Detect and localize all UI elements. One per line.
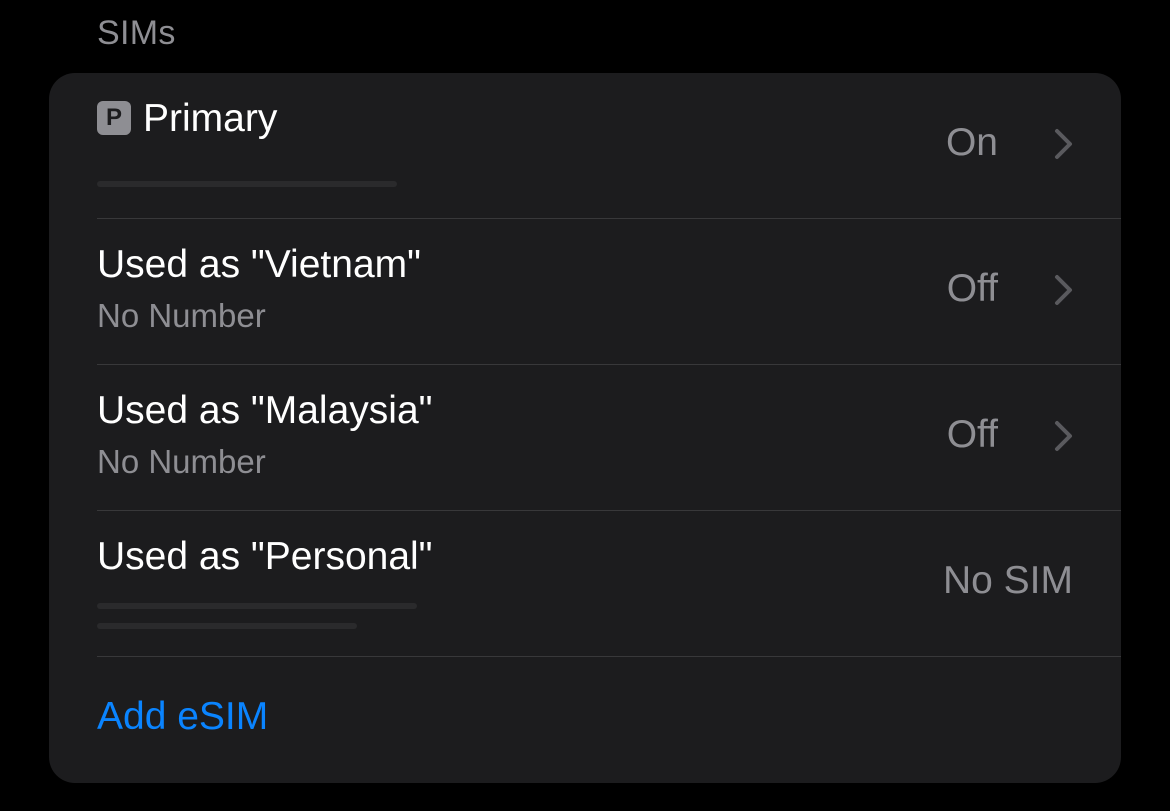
chevron-right-icon bbox=[1055, 129, 1072, 159]
sim-row-title: P Primary bbox=[97, 97, 277, 141]
sim-row-title-label: Primary bbox=[143, 97, 278, 140]
sim-row-subtitle: No Number bbox=[97, 297, 266, 334]
sim-status-value: Off bbox=[946, 267, 998, 310]
sim-status-value: On bbox=[945, 121, 998, 164]
redacted-phone-number bbox=[97, 181, 397, 187]
sim-row-personal[interactable]: Used as "Personal" No SIM bbox=[49, 511, 1121, 657]
add-esim-button[interactable]: Add eSIM bbox=[97, 695, 268, 739]
sim-row-malaysia[interactable]: Used as "Malaysia" No Number Off bbox=[49, 365, 1121, 511]
section-header-sims: SIMs bbox=[97, 14, 176, 52]
sim-row-title: Used as "Personal" bbox=[97, 535, 433, 578]
redacted-phone-number bbox=[97, 603, 417, 609]
redacted-phone-number bbox=[97, 623, 357, 629]
sim-row-title: Used as "Malaysia" bbox=[97, 389, 433, 432]
sim-row-primary[interactable]: P Primary On bbox=[49, 73, 1121, 219]
primary-sim-badge-icon: P bbox=[97, 101, 131, 135]
sim-row-subtitle: No Number bbox=[97, 443, 266, 480]
row-divider bbox=[97, 656, 1121, 657]
sim-row-vietnam[interactable]: Used as "Vietnam" No Number Off bbox=[49, 219, 1121, 365]
sim-status-value: Off bbox=[946, 413, 998, 456]
sims-list-card: P Primary On Used as "Vietnam" No Number … bbox=[49, 73, 1121, 783]
sim-status-value: No SIM bbox=[942, 559, 1073, 602]
sim-row-title: Used as "Vietnam" bbox=[97, 243, 421, 286]
chevron-right-icon bbox=[1055, 275, 1072, 305]
sims-settings-page: SIMs P Primary On Used as "Vietnam" No Nu… bbox=[0, 0, 1170, 811]
chevron-right-icon bbox=[1055, 421, 1072, 451]
